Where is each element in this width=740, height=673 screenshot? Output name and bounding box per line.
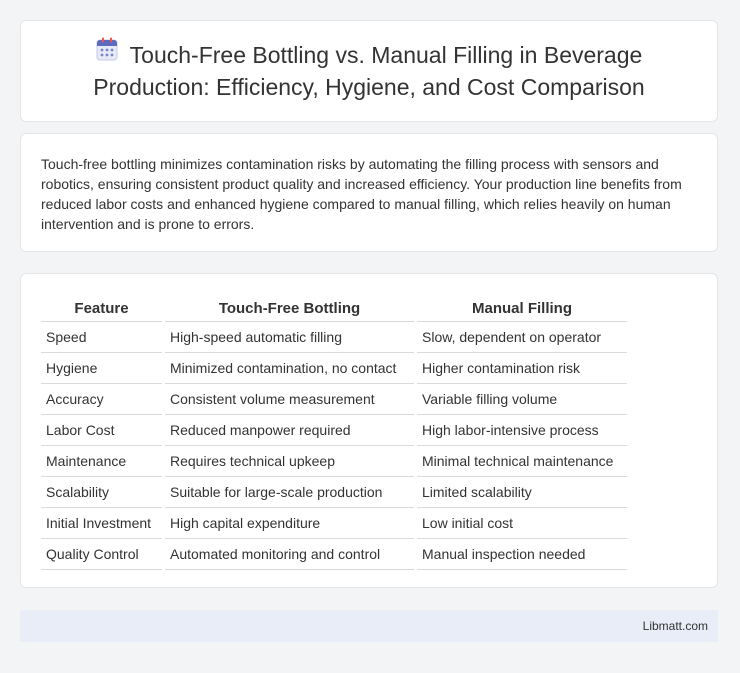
- cell-feature: Initial Investment: [41, 508, 162, 539]
- cell-touch-free: Requires technical upkeep: [165, 446, 414, 477]
- cell-manual: Variable filling volume: [417, 384, 627, 415]
- table-row: Labor Cost Reduced manpower required Hig…: [41, 415, 627, 446]
- cell-manual: Higher contamination risk: [417, 353, 627, 384]
- cell-feature: Labor Cost: [41, 415, 162, 446]
- cell-feature: Speed: [41, 322, 162, 353]
- table-header-row: Feature Touch-Free Bottling Manual Filli…: [41, 294, 627, 322]
- calendar-icon: [96, 37, 118, 68]
- title-card: Touch-Free Bottling vs. Manual Filling i…: [20, 20, 718, 122]
- footer-brand[interactable]: Libmatt.com: [643, 619, 708, 633]
- cell-feature: Quality Control: [41, 539, 162, 570]
- table-row: Scalability Suitable for large-scale pro…: [41, 477, 627, 508]
- table-row: Maintenance Requires technical upkeep Mi…: [41, 446, 627, 477]
- table-row: Hygiene Minimized contamination, no cont…: [41, 353, 627, 384]
- intro-card: Touch-free bottling minimizes contaminat…: [20, 133, 718, 252]
- table-row: Quality Control Automated monitoring and…: [41, 539, 627, 570]
- cell-feature: Scalability: [41, 477, 162, 508]
- cell-feature: Maintenance: [41, 446, 162, 477]
- cell-manual: Manual inspection needed: [417, 539, 627, 570]
- footer-bar: Libmatt.com: [20, 610, 718, 642]
- cell-manual: Minimal technical maintenance: [417, 446, 627, 477]
- cell-touch-free: High-speed automatic filling: [165, 322, 414, 353]
- cell-feature: Hygiene: [41, 353, 162, 384]
- comparison-card: Feature Touch-Free Bottling Manual Filli…: [20, 273, 718, 588]
- comparison-table: Feature Touch-Free Bottling Manual Filli…: [38, 294, 630, 570]
- title-line-1: Touch-Free Bottling vs. Manual Filling i…: [129, 41, 643, 68]
- cell-touch-free: Suitable for large-scale production: [165, 477, 414, 508]
- cell-manual: Low initial cost: [417, 508, 627, 539]
- cell-touch-free: Automated monitoring and control: [165, 539, 414, 570]
- header-feature: Feature: [41, 294, 162, 322]
- cell-manual: Limited scalability: [417, 477, 627, 508]
- table-row: Accuracy Consistent volume measurement V…: [41, 384, 627, 415]
- header-manual: Manual Filling: [417, 294, 627, 322]
- intro-paragraph: Touch-free bottling minimizes contaminat…: [41, 156, 682, 232]
- cell-touch-free: Minimized contamination, no contact: [165, 353, 414, 384]
- header-touch-free: Touch-Free Bottling: [165, 294, 414, 322]
- table-row: Initial Investment High capital expendit…: [41, 508, 627, 539]
- cell-touch-free: Consistent volume measurement: [165, 384, 414, 415]
- cell-touch-free: Reduced manpower required: [165, 415, 414, 446]
- page-title: Touch-Free Bottling vs. Manual Filling i…: [93, 37, 645, 102]
- cell-touch-free: High capital expenditure: [165, 508, 414, 539]
- cell-manual: Slow, dependent on operator: [417, 322, 627, 353]
- table-row: Speed High-speed automatic filling Slow,…: [41, 322, 627, 353]
- title-line-2: Production: Efficiency, Hygiene, and Cos…: [93, 74, 645, 101]
- cell-feature: Accuracy: [41, 384, 162, 415]
- cell-manual: High labor-intensive process: [417, 415, 627, 446]
